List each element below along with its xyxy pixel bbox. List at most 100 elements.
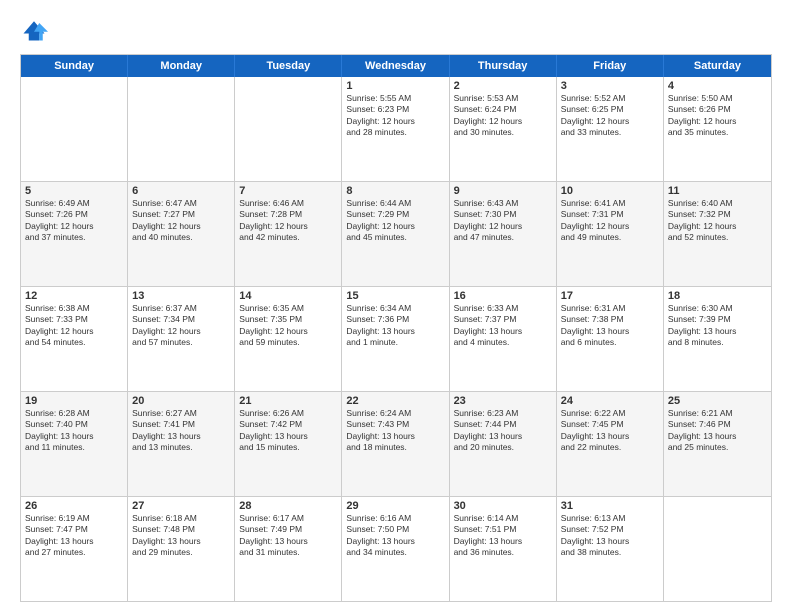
calendar-cell: 25Sunrise: 6:21 AM Sunset: 7:46 PM Dayli… bbox=[664, 392, 771, 496]
cell-info: Sunrise: 6:38 AM Sunset: 7:33 PM Dayligh… bbox=[25, 303, 123, 349]
day-number: 18 bbox=[668, 290, 767, 302]
calendar: SundayMondayTuesdayWednesdayThursdayFrid… bbox=[20, 54, 772, 602]
cell-info: Sunrise: 6:26 AM Sunset: 7:42 PM Dayligh… bbox=[239, 408, 337, 454]
day-number: 9 bbox=[454, 185, 552, 197]
cell-info: Sunrise: 5:53 AM Sunset: 6:24 PM Dayligh… bbox=[454, 93, 552, 139]
cell-info: Sunrise: 6:16 AM Sunset: 7:50 PM Dayligh… bbox=[346, 513, 444, 559]
logo-icon bbox=[20, 16, 48, 44]
calendar-cell: 8Sunrise: 6:44 AM Sunset: 7:29 PM Daylig… bbox=[342, 182, 449, 286]
calendar-cell: 31Sunrise: 6:13 AM Sunset: 7:52 PM Dayli… bbox=[557, 497, 664, 601]
cell-info: Sunrise: 6:33 AM Sunset: 7:37 PM Dayligh… bbox=[454, 303, 552, 349]
day-number: 15 bbox=[346, 290, 444, 302]
calendar-cell: 16Sunrise: 6:33 AM Sunset: 7:37 PM Dayli… bbox=[450, 287, 557, 391]
day-number: 11 bbox=[668, 185, 767, 197]
cell-info: Sunrise: 6:46 AM Sunset: 7:28 PM Dayligh… bbox=[239, 198, 337, 244]
day-number: 14 bbox=[239, 290, 337, 302]
calendar-cell: 12Sunrise: 6:38 AM Sunset: 7:33 PM Dayli… bbox=[21, 287, 128, 391]
cell-info: Sunrise: 6:34 AM Sunset: 7:36 PM Dayligh… bbox=[346, 303, 444, 349]
calendar-cell: 1Sunrise: 5:55 AM Sunset: 6:23 PM Daylig… bbox=[342, 77, 449, 181]
calendar-cell: 17Sunrise: 6:31 AM Sunset: 7:38 PM Dayli… bbox=[557, 287, 664, 391]
cell-info: Sunrise: 6:49 AM Sunset: 7:26 PM Dayligh… bbox=[25, 198, 123, 244]
calendar-row: 19Sunrise: 6:28 AM Sunset: 7:40 PM Dayli… bbox=[21, 391, 771, 496]
calendar-cell: 9Sunrise: 6:43 AM Sunset: 7:30 PM Daylig… bbox=[450, 182, 557, 286]
header-day-thursday: Thursday bbox=[450, 55, 557, 77]
cell-info: Sunrise: 6:44 AM Sunset: 7:29 PM Dayligh… bbox=[346, 198, 444, 244]
calendar-cell: 3Sunrise: 5:52 AM Sunset: 6:25 PM Daylig… bbox=[557, 77, 664, 181]
cell-info: Sunrise: 6:23 AM Sunset: 7:44 PM Dayligh… bbox=[454, 408, 552, 454]
day-number: 10 bbox=[561, 185, 659, 197]
day-number: 16 bbox=[454, 290, 552, 302]
calendar-body: 1Sunrise: 5:55 AM Sunset: 6:23 PM Daylig… bbox=[21, 77, 771, 601]
calendar-cell: 26Sunrise: 6:19 AM Sunset: 7:47 PM Dayli… bbox=[21, 497, 128, 601]
day-number: 23 bbox=[454, 395, 552, 407]
cell-info: Sunrise: 6:40 AM Sunset: 7:32 PM Dayligh… bbox=[668, 198, 767, 244]
header-day-tuesday: Tuesday bbox=[235, 55, 342, 77]
cell-info: Sunrise: 6:27 AM Sunset: 7:41 PM Dayligh… bbox=[132, 408, 230, 454]
calendar-cell: 15Sunrise: 6:34 AM Sunset: 7:36 PM Dayli… bbox=[342, 287, 449, 391]
calendar-cell: 23Sunrise: 6:23 AM Sunset: 7:44 PM Dayli… bbox=[450, 392, 557, 496]
calendar-header: SundayMondayTuesdayWednesdayThursdayFrid… bbox=[21, 55, 771, 77]
calendar-cell: 27Sunrise: 6:18 AM Sunset: 7:48 PM Dayli… bbox=[128, 497, 235, 601]
header-day-sunday: Sunday bbox=[21, 55, 128, 77]
cell-info: Sunrise: 6:13 AM Sunset: 7:52 PM Dayligh… bbox=[561, 513, 659, 559]
day-number: 4 bbox=[668, 80, 767, 92]
cell-info: Sunrise: 6:17 AM Sunset: 7:49 PM Dayligh… bbox=[239, 513, 337, 559]
day-number: 31 bbox=[561, 500, 659, 512]
header bbox=[20, 16, 772, 44]
day-number: 19 bbox=[25, 395, 123, 407]
calendar-cell: 5Sunrise: 6:49 AM Sunset: 7:26 PM Daylig… bbox=[21, 182, 128, 286]
cell-info: Sunrise: 6:22 AM Sunset: 7:45 PM Dayligh… bbox=[561, 408, 659, 454]
header-day-friday: Friday bbox=[557, 55, 664, 77]
calendar-row: 5Sunrise: 6:49 AM Sunset: 7:26 PM Daylig… bbox=[21, 181, 771, 286]
day-number: 26 bbox=[25, 500, 123, 512]
cell-info: Sunrise: 6:19 AM Sunset: 7:47 PM Dayligh… bbox=[25, 513, 123, 559]
header-day-wednesday: Wednesday bbox=[342, 55, 449, 77]
cell-info: Sunrise: 6:24 AM Sunset: 7:43 PM Dayligh… bbox=[346, 408, 444, 454]
cell-info: Sunrise: 6:28 AM Sunset: 7:40 PM Dayligh… bbox=[25, 408, 123, 454]
cell-info: Sunrise: 6:47 AM Sunset: 7:27 PM Dayligh… bbox=[132, 198, 230, 244]
calendar-cell: 14Sunrise: 6:35 AM Sunset: 7:35 PM Dayli… bbox=[235, 287, 342, 391]
cell-info: Sunrise: 6:30 AM Sunset: 7:39 PM Dayligh… bbox=[668, 303, 767, 349]
cell-info: Sunrise: 6:43 AM Sunset: 7:30 PM Dayligh… bbox=[454, 198, 552, 244]
calendar-cell bbox=[664, 497, 771, 601]
cell-info: Sunrise: 6:37 AM Sunset: 7:34 PM Dayligh… bbox=[132, 303, 230, 349]
day-number: 7 bbox=[239, 185, 337, 197]
calendar-cell: 6Sunrise: 6:47 AM Sunset: 7:27 PM Daylig… bbox=[128, 182, 235, 286]
page: SundayMondayTuesdayWednesdayThursdayFrid… bbox=[0, 0, 792, 612]
cell-info: Sunrise: 5:50 AM Sunset: 6:26 PM Dayligh… bbox=[668, 93, 767, 139]
calendar-cell: 21Sunrise: 6:26 AM Sunset: 7:42 PM Dayli… bbox=[235, 392, 342, 496]
day-number: 3 bbox=[561, 80, 659, 92]
calendar-row: 26Sunrise: 6:19 AM Sunset: 7:47 PM Dayli… bbox=[21, 496, 771, 601]
header-day-saturday: Saturday bbox=[664, 55, 771, 77]
calendar-cell: 18Sunrise: 6:30 AM Sunset: 7:39 PM Dayli… bbox=[664, 287, 771, 391]
calendar-cell: 24Sunrise: 6:22 AM Sunset: 7:45 PM Dayli… bbox=[557, 392, 664, 496]
day-number: 20 bbox=[132, 395, 230, 407]
day-number: 17 bbox=[561, 290, 659, 302]
day-number: 22 bbox=[346, 395, 444, 407]
calendar-cell: 2Sunrise: 5:53 AM Sunset: 6:24 PM Daylig… bbox=[450, 77, 557, 181]
calendar-cell: 13Sunrise: 6:37 AM Sunset: 7:34 PM Dayli… bbox=[128, 287, 235, 391]
day-number: 21 bbox=[239, 395, 337, 407]
day-number: 30 bbox=[454, 500, 552, 512]
cell-info: Sunrise: 5:55 AM Sunset: 6:23 PM Dayligh… bbox=[346, 93, 444, 139]
logo bbox=[20, 16, 50, 44]
calendar-cell: 10Sunrise: 6:41 AM Sunset: 7:31 PM Dayli… bbox=[557, 182, 664, 286]
cell-info: Sunrise: 6:31 AM Sunset: 7:38 PM Dayligh… bbox=[561, 303, 659, 349]
day-number: 25 bbox=[668, 395, 767, 407]
day-number: 8 bbox=[346, 185, 444, 197]
calendar-cell: 28Sunrise: 6:17 AM Sunset: 7:49 PM Dayli… bbox=[235, 497, 342, 601]
calendar-cell bbox=[21, 77, 128, 181]
cell-info: Sunrise: 6:21 AM Sunset: 7:46 PM Dayligh… bbox=[668, 408, 767, 454]
day-number: 24 bbox=[561, 395, 659, 407]
day-number: 6 bbox=[132, 185, 230, 197]
cell-info: Sunrise: 6:41 AM Sunset: 7:31 PM Dayligh… bbox=[561, 198, 659, 244]
calendar-cell: 4Sunrise: 5:50 AM Sunset: 6:26 PM Daylig… bbox=[664, 77, 771, 181]
day-number: 12 bbox=[25, 290, 123, 302]
day-number: 1 bbox=[346, 80, 444, 92]
calendar-row: 1Sunrise: 5:55 AM Sunset: 6:23 PM Daylig… bbox=[21, 77, 771, 181]
calendar-cell: 30Sunrise: 6:14 AM Sunset: 7:51 PM Dayli… bbox=[450, 497, 557, 601]
day-number: 13 bbox=[132, 290, 230, 302]
calendar-cell: 20Sunrise: 6:27 AM Sunset: 7:41 PM Dayli… bbox=[128, 392, 235, 496]
calendar-cell: 22Sunrise: 6:24 AM Sunset: 7:43 PM Dayli… bbox=[342, 392, 449, 496]
day-number: 2 bbox=[454, 80, 552, 92]
